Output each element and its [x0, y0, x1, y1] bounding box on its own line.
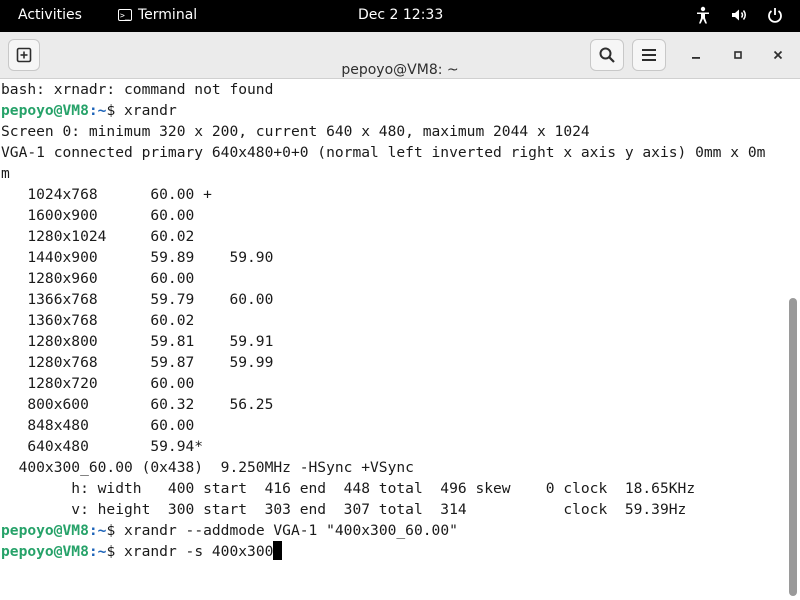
power-icon[interactable] — [766, 5, 784, 25]
new-tab-icon — [16, 47, 32, 63]
minimize-icon — [692, 57, 700, 59]
terminal-output-line: 1280x720 60.00 — [1, 375, 195, 392]
accessibility-icon[interactable] — [694, 5, 712, 25]
terminal-header-bar: pepoyo@VM8: ~ — [0, 32, 800, 79]
text-cursor — [273, 541, 283, 560]
search-button[interactable] — [590, 39, 624, 71]
terminal-output-line: v: height 300 start 303 end 307 total 31… — [1, 501, 687, 518]
terminal-icon: >_ — [118, 9, 132, 21]
terminal-output[interactable]: bash: xrnadr: command not found pepoyo@VM… — [0, 79, 786, 600]
terminal-output-line: 800x600 60.32 56.25 — [1, 396, 274, 413]
terminal-output-line: 848x480 60.00 — [1, 417, 195, 434]
maximize-button[interactable] — [722, 39, 754, 71]
close-icon — [773, 50, 783, 60]
terminal-output-line: 1280x800 59.81 59.91 — [1, 333, 274, 350]
terminal-prompt-line: pepoyo@VM8:~$ xrandr --addmode VGA-1 "40… — [0, 520, 786, 541]
terminal-output-line: bash: xrnadr: command not found — [1, 81, 274, 98]
prompt-path: :~ — [88, 522, 107, 539]
terminal-output-line: 1440x900 59.89 59.90 — [1, 249, 274, 266]
prompt-command: $ xrandr --addmode VGA-1 "400x300_60.00" — [106, 522, 458, 539]
terminal-output-line: 1024x768 60.00 + — [1, 186, 212, 203]
terminal-output-line: 640x480 59.94* — [1, 438, 204, 455]
minimize-button[interactable] — [680, 39, 712, 71]
terminal-output-line: VGA-1 connected primary 640x480+0+0 (nor… — [1, 144, 766, 161]
terminal-output-line: 400x300_60.00 (0x438) 9.250MHz -HSync +V… — [1, 459, 414, 476]
activities-button[interactable]: Activities — [18, 7, 82, 23]
terminal-output-line: 1280x960 60.00 — [1, 270, 195, 287]
system-tray[interactable] — [694, 5, 784, 25]
maximize-icon — [734, 51, 742, 59]
terminal-output-line: 1366x768 59.79 60.00 — [1, 291, 274, 308]
terminal-output-line: 1360x768 60.02 — [1, 312, 195, 329]
prompt-path: :~ — [88, 102, 107, 119]
top-bar: Activities >_ Terminal Dec 2 12:33 — [0, 0, 800, 32]
new-tab-button[interactable] — [8, 39, 40, 71]
prompt-command: $ xrandr — [106, 102, 177, 119]
terminal-prompt-line: pepoyo@VM8:~$ xrandr — [0, 100, 786, 121]
prompt-command: $ xrandr -s 400x300 — [106, 543, 274, 560]
volume-icon[interactable] — [730, 5, 748, 25]
close-button[interactable] — [762, 39, 794, 71]
search-icon — [599, 47, 615, 63]
prompt-user: pepoyo@VM8 — [1, 522, 89, 539]
prompt-user: pepoyo@VM8 — [1, 543, 89, 560]
menu-button[interactable] — [632, 39, 666, 71]
terminal-prompt-line: pepoyo@VM8:~$ xrandr -s 400x300 — [0, 541, 786, 562]
terminal-output-line: 1600x900 60.00 — [1, 207, 195, 224]
terminal-output-line: Screen 0: minimum 320 x 200, current 640… — [1, 123, 590, 140]
app-menu[interactable]: >_ Terminal — [118, 7, 197, 23]
scrollbar-thumb[interactable] — [789, 298, 797, 596]
terminal-output-line: 1280x768 59.87 59.99 — [1, 354, 274, 371]
terminal-output-line: 1280x1024 60.02 — [1, 228, 195, 245]
app-name: Terminal — [138, 7, 198, 23]
terminal-output-line: m — [1, 165, 10, 182]
terminal-output-line: h: width 400 start 416 end 448 total 496… — [1, 480, 696, 497]
clock[interactable]: Dec 2 12:33 — [358, 7, 443, 23]
hamburger-menu-icon — [642, 49, 656, 61]
prompt-path: :~ — [88, 543, 107, 560]
prompt-user: pepoyo@VM8 — [1, 102, 89, 119]
